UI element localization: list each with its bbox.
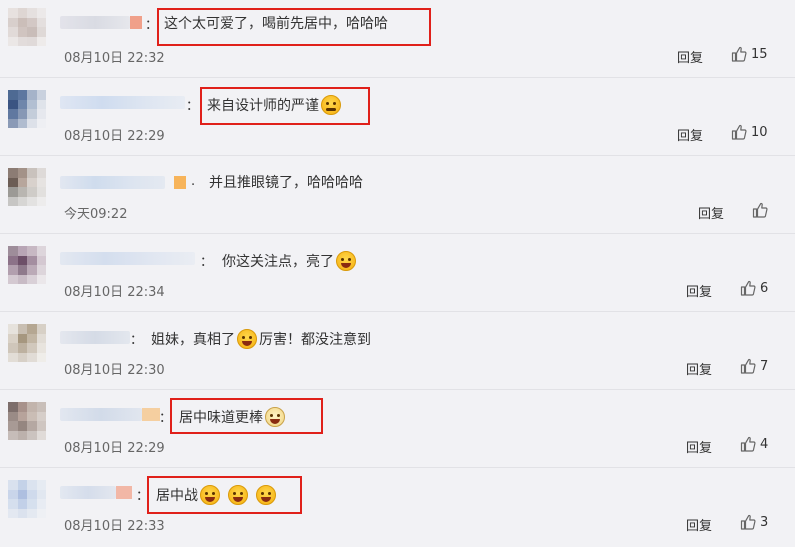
like-count: 15 [751,46,768,62]
like-count: 10 [751,124,768,140]
comment-item: . 并且推眼镜了，哈哈哈哈 今天09:22 回复 [0,156,795,234]
reply-button[interactable]: 回复 [686,515,712,534]
comment-time: 08月10日 22:30 [64,363,165,378]
comment-text-part: 姐妹，真相了 [151,332,235,348]
comment-text: 你这关注点，亮了 [222,251,358,271]
comment-item: ： 来自设计师的严谨 08月10日 22:29 回复 10 [0,78,795,156]
comment-time: 08月10日 22:32 [64,51,165,66]
like-count: 3 [760,514,769,530]
comment-item: ： 你这关注点，亮了 08月10日 22:34 回复 6 [0,234,795,312]
thumbs-up-icon [752,202,768,218]
comment-item: ： 这个太可爱了，喝前先居中，哈哈哈 08月10日 22:32 回复 15 [0,0,795,78]
reply-button[interactable]: 回复 [698,203,724,222]
comment-item: ： 居中战 08月10日 22:33 回复 3 [0,468,795,546]
grin-emoji-icon [237,329,257,349]
like-button[interactable]: 4 [740,436,768,452]
thumbs-up-icon [731,46,747,62]
comment-time: 今天09:22 [64,207,128,222]
avatar[interactable] [8,246,46,284]
avatar[interactable] [8,402,46,440]
username[interactable] [60,408,170,421]
comment-text-part: 并且推眼镜了，哈哈哈哈 [209,175,363,191]
highlight-box [157,8,431,46]
colon: ： [130,333,144,348]
like-button[interactable]: 3 [740,514,768,530]
avatar[interactable] [8,324,46,362]
avatar[interactable] [8,480,46,518]
reply-button[interactable]: 回复 [686,437,712,456]
thumbs-up-icon [731,124,747,140]
like-count: 7 [760,358,769,374]
comment-time: 08月10日 22:29 [64,129,165,144]
comment-item: ： 居中味道更棒 08月10日 22:29 回复 4 [0,390,795,468]
colon: ： [200,255,214,270]
thumbs-up-icon [740,280,756,296]
comment-time: 08月10日 22:29 [64,441,165,456]
like-count: 4 [760,436,769,452]
like-count: 6 [760,280,769,296]
highlight-box [147,476,302,514]
avatar[interactable] [8,168,46,206]
comment-text: 姐妹，真相了 厉害！都没注意到 [151,329,371,349]
comment-time: 08月10日 22:34 [64,285,165,300]
thumbs-up-icon [740,358,756,374]
username[interactable] [60,252,195,265]
like-button[interactable]: 15 [731,46,768,62]
reply-button[interactable]: 回复 [677,125,703,144]
highlight-box [200,87,370,125]
reply-button[interactable]: 回复 [677,47,703,66]
like-button[interactable] [752,202,772,218]
comment-text-part: 你这关注点，亮了 [222,254,334,270]
username[interactable] [60,176,186,189]
comment-item: ： 姐妹，真相了 厉害！都没注意到 08月10日 22:30 回复 7 [0,312,795,390]
reply-button[interactable]: 回复 [686,281,712,300]
colon: ： [186,99,200,114]
username[interactable] [60,96,185,109]
colon: . [191,174,196,189]
reply-button[interactable]: 回复 [686,359,712,378]
avatar[interactable] [8,8,46,46]
shy-emoji-icon [336,251,356,271]
like-button[interactable]: 6 [740,280,768,296]
like-button[interactable]: 10 [731,124,768,140]
comment-time: 08月10日 22:33 [64,519,165,534]
comment-text: 并且推眼镜了，哈哈哈哈 [209,174,363,192]
like-button[interactable]: 7 [740,358,768,374]
thumbs-up-icon [740,436,756,452]
avatar[interactable] [8,90,46,128]
thumbs-up-icon [740,514,756,530]
comment-text-part: 厉害！都没注意到 [259,332,371,348]
highlight-box [170,398,323,434]
